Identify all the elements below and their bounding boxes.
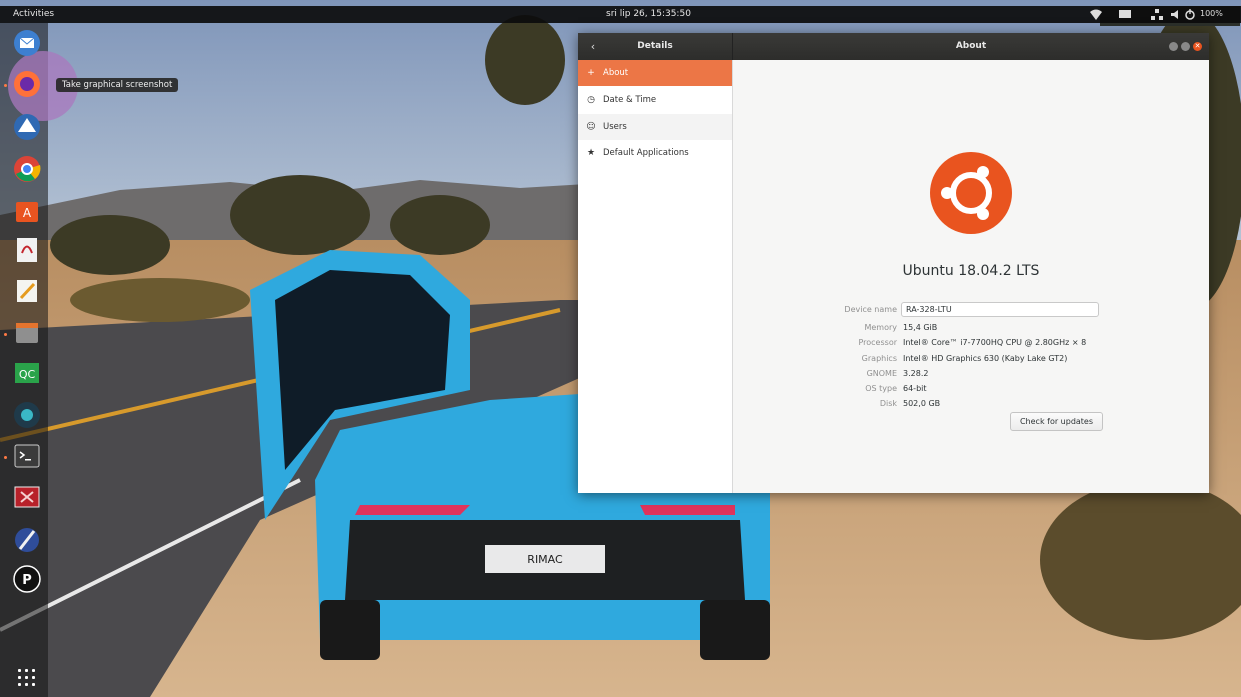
info-label: GNOME <box>866 369 897 378</box>
close-icon: ✕ <box>1194 42 1201 50</box>
sidebar-item-label: About <box>603 68 629 78</box>
header-bar: ‹ Details About ✕ <box>578 33 1209 60</box>
ebook-reader-icon[interactable] <box>12 235 42 265</box>
info-value: 502,0 GB <box>903 399 941 408</box>
about-panel: Ubuntu 18.04.2 LTS Device name Memory 15… <box>733 60 1209 493</box>
info-value: 64-bit <box>903 384 927 393</box>
info-value: 15,4 GiB <box>903 323 938 332</box>
activities-button[interactable]: Activities <box>13 9 54 19</box>
window-title: About <box>955 41 987 51</box>
info-value: Intel® HD Graphics 630 (Kaby Lake GT2) <box>903 354 1068 363</box>
sidebar-item-date-time[interactable]: ◷ Date & Time <box>578 87 732 113</box>
plus-icon: + <box>587 68 595 78</box>
info-row-os-type: OS type 64-bit <box>733 384 1209 398</box>
running-indicator <box>4 456 7 459</box>
terminal-icon[interactable] <box>12 441 42 471</box>
info-label: Graphics <box>861 354 897 363</box>
info-value: Intel® Core™ i7-7700HQ CPU @ 2.80GHz × 8 <box>903 338 1087 347</box>
info-row-graphics: Graphics Intel® HD Graphics 630 (Kaby La… <box>733 354 1209 368</box>
clock[interactable]: sri lip 26, 15:35:50 <box>606 9 691 19</box>
os-name: Ubuntu 18.04.2 LTS <box>902 263 1040 279</box>
inkscape-icon[interactable] <box>12 112 42 142</box>
top-bar: Activities sri lip 26, 15:35:50 100% <box>0 6 1241 23</box>
info-value: 3.28.2 <box>903 369 929 378</box>
sidebar-item-default-applications[interactable]: ★ Default Applications <box>578 140 732 166</box>
running-indicator <box>4 333 7 336</box>
ubuntu-logo-icon <box>930 152 1012 234</box>
panel-title: Details <box>637 41 673 51</box>
device-name-label: Device name <box>844 305 897 314</box>
sidebar: + About ◷ Date & Time ☺ Users ★ Default … <box>578 60 733 493</box>
volume-icon[interactable] <box>1170 8 1182 21</box>
qc-icon[interactable]: QC <box>12 358 42 388</box>
minimize-button[interactable] <box>1169 42 1178 51</box>
info-label: Memory <box>864 323 897 332</box>
power-icon[interactable] <box>1184 8 1196 21</box>
sidebar-item-label: Default Applications <box>603 148 689 158</box>
qc-label: QC <box>19 368 36 381</box>
thunderbird-icon[interactable] <box>12 28 42 58</box>
dock-tooltip: Take graphical screenshot <box>56 78 179 92</box>
text-editor-icon[interactable] <box>12 276 42 306</box>
p-app-icon[interactable]: P <box>12 564 42 594</box>
chrome-icon[interactable] <box>12 154 42 184</box>
info-row-processor: Processor Intel® Core™ i7-7700HQ CPU @ 2… <box>733 338 1209 352</box>
software-center-icon[interactable]: A <box>12 196 42 226</box>
volume-level: 100% <box>1200 9 1223 18</box>
users-icon: ☺ <box>586 122 596 132</box>
sidebar-item-label: Date & Time <box>603 95 657 105</box>
pencil-app-icon[interactable] <box>12 525 42 555</box>
info-row-memory: Memory 15,4 GiB <box>733 323 1209 337</box>
network-icon[interactable] <box>1088 8 1104 21</box>
running-indicator <box>4 84 7 87</box>
device-name-field[interactable] <box>901 302 1099 317</box>
clock-icon: ◷ <box>587 95 595 105</box>
license-plate-text: RIMAC <box>527 553 563 566</box>
p-label: P <box>22 573 32 588</box>
svg-text:A: A <box>23 206 32 220</box>
check-for-updates-button[interactable]: Check for updates <box>1010 412 1103 431</box>
firefox-icon[interactable] <box>12 69 42 99</box>
info-label: Processor <box>858 338 897 347</box>
info-label: Disk <box>879 399 897 408</box>
show-applications-icon[interactable] <box>16 667 38 689</box>
sidebar-item-about[interactable]: + About <box>578 60 732 86</box>
close-button[interactable]: ✕ <box>1193 42 1202 51</box>
star-icon: ★ <box>586 148 596 158</box>
settings-window: ‹ Details About ✕ + About ◷ Date & Time … <box>578 33 1209 493</box>
sidebar-item-users[interactable]: ☺ Users <box>578 114 732 140</box>
file-manager-icon[interactable] <box>12 318 42 348</box>
display-icon[interactable] <box>1118 8 1132 21</box>
screenshot-tool-icon[interactable] <box>12 482 42 512</box>
maximize-button[interactable] <box>1181 42 1190 51</box>
vpn-icon[interactable] <box>12 400 42 430</box>
info-row-disk: Disk 502,0 GB <box>733 399 1209 413</box>
wired-network-icon[interactable] <box>1150 8 1164 21</box>
info-label: OS type <box>865 384 897 393</box>
sidebar-item-label: Users <box>603 122 627 132</box>
info-row-gnome: GNOME 3.28.2 <box>733 369 1209 383</box>
